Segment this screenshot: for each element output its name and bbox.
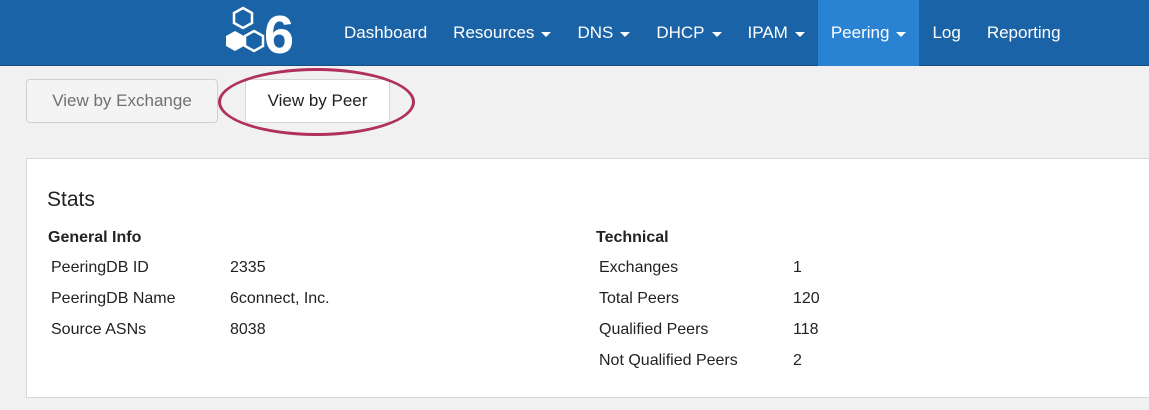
table-row: Exchanges 1 [596,252,820,283]
technical-heading: Technical [596,229,669,246]
stats-panel: Stats General Info PeeringDB ID 2335 Pee… [26,158,1149,398]
view-by-peer-button[interactable]: View by Peer [245,79,390,123]
nav-log[interactable]: Log [919,0,973,66]
nav-label: Log [932,23,961,42]
stat-key: Total Peers [599,289,680,307]
nav-label: Reporting [986,23,1061,42]
stat-value: 2 [793,351,802,369]
general-info-table: PeeringDB ID 2335 PeeringDB Name 6connec… [48,252,330,345]
nav-reporting[interactable]: Reporting [974,0,1074,66]
stat-value: 6connect, Inc. [230,289,330,307]
stat-key: Qualified Peers [599,320,709,338]
hexagon-logo-icon: 6 [226,6,294,60]
stat-value: 118 [793,320,819,338]
table-row: Not Qualified Peers 2 [596,345,820,376]
caret-down-icon [896,31,907,37]
stat-value: 2335 [230,258,266,276]
stat-key: PeeringDB Name [51,289,176,307]
nav-dashboard[interactable]: Dashboard [331,0,440,66]
caret-down-icon [620,31,631,37]
nav-dns[interactable]: DNS [564,0,643,66]
main-nav: Dashboard Resources DNS DHCP IPAM Peerin… [331,0,1074,66]
logo[interactable]: 6 [226,6,318,60]
nav-label: Peering [830,23,890,42]
stat-value: 1 [793,258,802,276]
nav-label: DHCP [656,23,705,42]
technical-table: Exchanges 1 Total Peers 120 Qualified Pe… [596,252,820,376]
nav-dhcp[interactable]: DHCP [643,0,734,66]
stat-key: Source ASNs [51,320,147,338]
stat-key: Not Qualified Peers [599,351,738,369]
table-row: PeeringDB Name 6connect, Inc. [48,283,330,314]
caret-down-icon [794,31,805,37]
nav-label: DNS [577,23,614,42]
nav-ipam[interactable]: IPAM [735,0,818,66]
technical-section: Technical Exchanges 1 Total Peers 120 Qu… [596,229,820,376]
nav-peering[interactable]: Peering [817,0,920,66]
stat-key: PeeringDB ID [51,258,149,276]
nav-resources[interactable]: Resources [440,0,564,66]
nav-label: Dashboard [344,23,428,42]
caret-down-icon [541,31,552,37]
table-row: Total Peers 120 [596,283,820,314]
general-info-section: General Info PeeringDB ID 2335 PeeringDB… [48,229,330,345]
table-row: Source ASNs 8038 [48,314,330,345]
stat-value: 120 [793,289,820,307]
stats-title: Stats [47,188,95,211]
stat-key: Exchanges [599,258,679,276]
caret-down-icon [711,31,722,37]
stat-value: 8038 [230,320,266,338]
view-by-exchange-button[interactable]: View by Exchange [26,79,218,123]
nav-label: Resources [453,23,535,42]
table-row: Qualified Peers 118 [596,314,820,345]
nav-label: IPAM [747,23,788,42]
table-row: PeeringDB ID 2335 [48,252,330,283]
general-info-heading: General Info [48,229,142,246]
svg-text:6: 6 [264,6,294,60]
top-navbar: 6 Dashboard Resources DNS DHCP IPAM Peer… [0,0,1149,66]
